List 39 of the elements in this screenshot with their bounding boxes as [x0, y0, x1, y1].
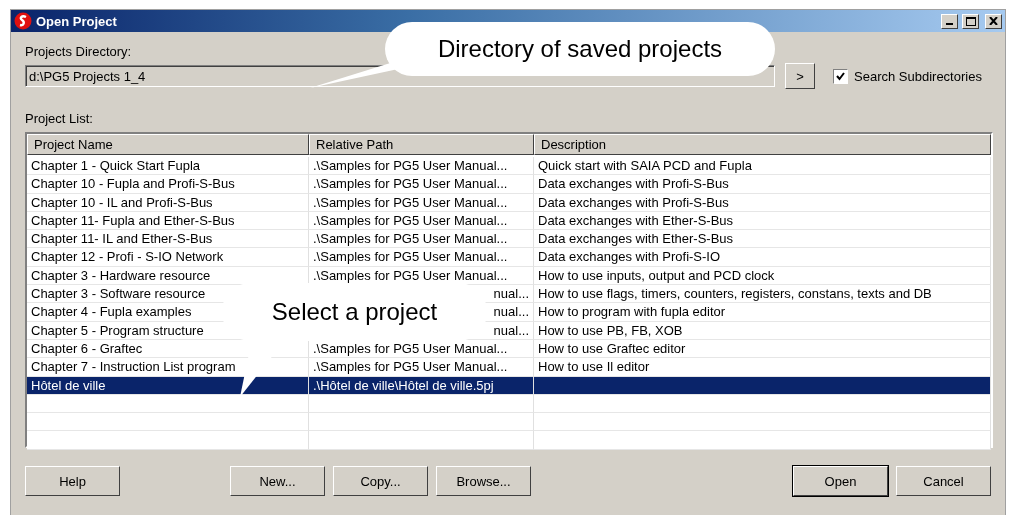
- minimize-button[interactable]: [941, 13, 958, 29]
- table-cell: Data exchanges with Profi-S-Bus: [534, 175, 991, 194]
- table-cell: .\Samples for PG5 User Manual...: [309, 358, 534, 377]
- maximize-icon: [965, 16, 976, 26]
- close-button[interactable]: [985, 13, 1002, 29]
- table-cell: .\Samples for PG5 User Manual...: [309, 193, 534, 212]
- column-header[interactable]: Description: [534, 134, 991, 155]
- table-row[interactable]: Chapter 12 - Profi - S-IO Network .\Samples for PG5 User Manual... Data exchanges with Profi-S-IO: [27, 248, 991, 267]
- table-cell: Chapter 12 - Profi - S-IO Network: [27, 248, 309, 267]
- table-row[interactable]: Chapter 10 - Fupla and Profi-S-Bus .\Samples for PG5 User Manual... Data exchanges with Profi-S-Bus: [27, 175, 991, 194]
- column-header[interactable]: Project Name: [27, 134, 309, 155]
- dialog-button[interactable]: Copy...: [333, 466, 428, 496]
- app-logo-icon: [14, 12, 32, 30]
- go-button[interactable]: >: [785, 63, 815, 89]
- table-cell: How to program with fupla editor: [534, 303, 991, 322]
- table-cell: .\Samples for PG5 User Manual...: [309, 248, 534, 267]
- table-cell: Data exchanges with Profi-S-IO: [534, 248, 991, 267]
- directory-label: Projects Directory:: [25, 44, 132, 59]
- table-row[interactable]: Chapter 1 - Quick Start Fupla .\Samples for PG5 User Manual... Quick start with SAIA PCD and Fupla: [27, 157, 991, 176]
- table-cell: Data exchanges with Profi-S-Bus: [534, 193, 991, 212]
- table-cell: How to use Il editor: [534, 358, 991, 377]
- window-title: Open Project: [36, 13, 118, 29]
- dialog-button[interactable]: Cancel: [896, 466, 991, 496]
- dialog-button[interactable]: Browse...: [436, 466, 531, 496]
- project-list-label: Project List:: [25, 111, 93, 126]
- table-cell: How to use PB, FB, XOB: [534, 321, 991, 340]
- dialog-button[interactable]: New...: [230, 466, 325, 496]
- column-header[interactable]: Relative Path: [309, 134, 534, 155]
- table-row[interactable]: Chapter 11- IL and Ether-S-Bus .\Samples for PG5 User Manual... Data exchanges with Ether-S-Bus: [27, 230, 991, 249]
- table-cell: Chapter 10 - Fupla and Profi-S-Bus: [27, 175, 309, 194]
- maximize-button[interactable]: [962, 13, 979, 29]
- checkbox[interactable]: [833, 68, 848, 84]
- table-cell: .\Samples for PG5 User Manual...: [309, 175, 534, 194]
- close-icon: [989, 17, 998, 25]
- table-cell: Chapter 10 - IL and Profi-S-Bus: [27, 193, 309, 212]
- table-cell: .\Hôtel de ville\Hôtel de ville.5pj: [309, 376, 534, 395]
- checkbox-label: Search Subdirectories: [854, 68, 982, 84]
- dialog-button[interactable]: Open: [793, 466, 888, 496]
- dialog-button[interactable]: Help: [25, 466, 120, 496]
